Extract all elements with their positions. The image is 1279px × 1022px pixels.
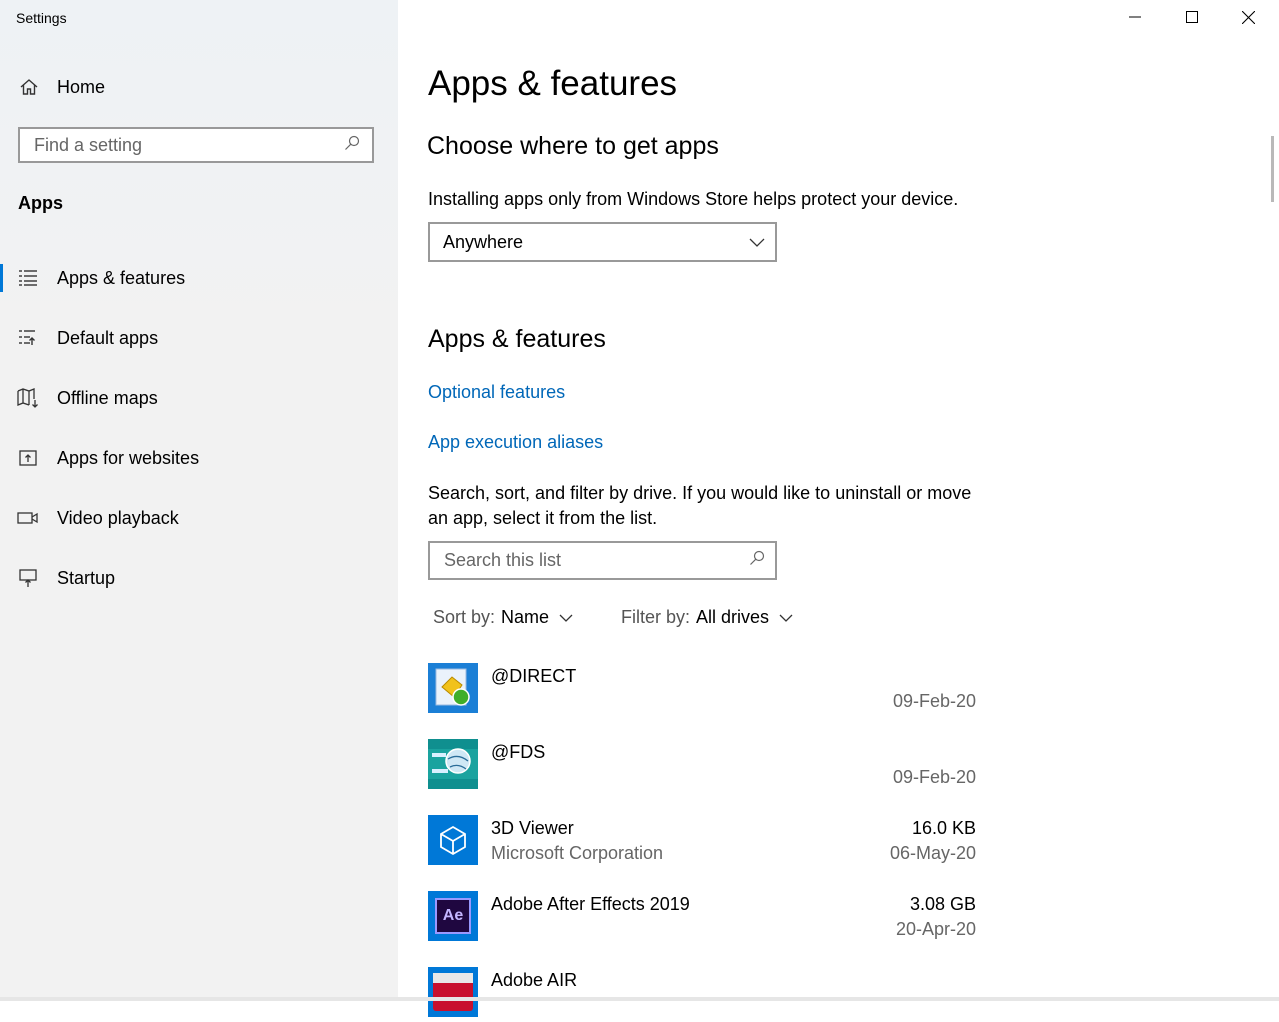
list-description: Search, sort, and filter by drive. If yo… xyxy=(428,483,972,528)
sidebar-item-offline-maps[interactable]: Offline maps xyxy=(0,378,398,418)
sidebar-item-label: Video playback xyxy=(57,507,179,528)
apps-features-icon xyxy=(17,267,39,289)
close-button[interactable] xyxy=(1219,0,1277,34)
sidebar-item-startup[interactable]: Startup xyxy=(0,558,398,598)
fds-app-icon xyxy=(428,739,478,789)
minimize-button[interactable] xyxy=(1106,0,1164,34)
after-effects-icon: Ae xyxy=(428,891,478,941)
adobe-air-icon xyxy=(428,967,478,1017)
chevron-down-icon xyxy=(749,232,765,253)
choose-apps-heading: Choose where to get apps xyxy=(427,132,719,160)
chevron-down-icon xyxy=(779,607,793,628)
app-execution-aliases-link[interactable]: App execution aliases xyxy=(428,432,603,453)
app-source-value: Anywhere xyxy=(443,231,524,252)
maximize-icon xyxy=(1186,11,1198,23)
sort-label: Sort by: xyxy=(433,607,496,627)
sidebar-item-label: Offline maps xyxy=(57,387,158,408)
app-name: Adobe AIR xyxy=(491,970,578,990)
sidebar-item-label: Default apps xyxy=(57,327,159,348)
app-size: 3.08 GB xyxy=(909,894,976,914)
filter-dropdown[interactable]: Filter by: All drives xyxy=(621,607,793,628)
app-date: 09-Feb-20 xyxy=(892,691,976,711)
bottom-border xyxy=(0,997,1279,1001)
app-list-item[interactable]: @DIRECT 09-Feb-20 xyxy=(428,663,978,715)
3d-viewer-icon xyxy=(428,815,478,865)
direct-app-icon xyxy=(428,663,478,713)
app-size: 16.0 KB xyxy=(911,818,976,838)
window-title: Settings xyxy=(16,10,67,26)
search-list-input[interactable]: Search this list xyxy=(428,541,777,580)
app-source-dropdown[interactable]: Anywhere xyxy=(428,222,777,262)
default-apps-icon xyxy=(17,327,39,349)
app-name: Adobe After Effects 2019 xyxy=(491,894,690,914)
chevron-down-icon xyxy=(559,607,573,628)
app-name: @DIRECT xyxy=(491,666,577,686)
search-icon xyxy=(749,550,765,571)
choose-apps-description: Installing apps only from Windows Store … xyxy=(428,189,959,209)
filter-value: All drives xyxy=(696,607,770,627)
video-playback-icon xyxy=(17,507,39,529)
sidebar: Settings Home Find a setting Apps Apps &… xyxy=(0,0,398,1001)
app-date: 06-May-20 xyxy=(889,843,976,863)
sidebar-item-label: Apps for websites xyxy=(57,447,200,468)
minimize-icon xyxy=(1129,16,1141,18)
scrollbar-thumb[interactable] xyxy=(1271,136,1274,202)
sidebar-home[interactable]: Home xyxy=(18,76,105,98)
apps-for-websites-icon xyxy=(17,447,39,469)
maximize-button[interactable] xyxy=(1163,0,1221,34)
sidebar-item-label: Startup xyxy=(57,567,116,588)
sidebar-item-apps-features[interactable]: Apps & features xyxy=(0,258,398,298)
optional-features-link[interactable]: Optional features xyxy=(428,382,565,403)
find-setting-input[interactable]: Find a setting xyxy=(18,127,374,163)
search-icon xyxy=(344,135,360,156)
sidebar-item-default-apps[interactable]: Default apps xyxy=(0,318,398,358)
ae-icon-text: Ae xyxy=(442,907,464,924)
sidebar-item-apps-for-websites[interactable]: Apps for websites xyxy=(0,438,398,478)
app-name: @FDS xyxy=(491,742,546,762)
home-icon xyxy=(18,76,40,98)
sort-value: Name xyxy=(501,607,550,627)
sidebar-item-video-playback[interactable]: Video playback xyxy=(0,498,398,538)
sort-dropdown[interactable]: Sort by: Name xyxy=(433,607,573,628)
search-list-placeholder: Search this list xyxy=(444,550,562,570)
sidebar-item-label: Apps & features xyxy=(57,267,186,288)
home-label: Home xyxy=(57,76,106,97)
app-name: 3D Viewer xyxy=(491,818,574,838)
main-content: Apps & features Choose where to get apps… xyxy=(398,0,1279,1017)
app-publisher: Microsoft Corporation xyxy=(491,843,664,863)
offline-maps-icon xyxy=(17,387,39,409)
app-date: 20-Apr-20 xyxy=(895,919,976,939)
app-list-item[interactable]: Ae Adobe After Effects 2019 3.08 GB 20-A… xyxy=(428,891,978,943)
startup-icon xyxy=(17,567,39,589)
app-list-item[interactable]: 3D Viewer Microsoft Corporation 16.0 KB … xyxy=(428,815,978,867)
apps-features-heading: Apps & features xyxy=(428,325,606,353)
filter-label: Filter by: xyxy=(621,607,691,627)
sidebar-section-title: Apps xyxy=(18,193,63,213)
app-list-item[interactable]: Adobe AIR xyxy=(428,967,978,1019)
find-setting-placeholder: Find a setting xyxy=(34,134,143,155)
app-list-item[interactable]: @FDS 09-Feb-20 xyxy=(428,739,978,791)
close-icon xyxy=(1241,10,1255,24)
page-title: Apps & features xyxy=(428,64,678,103)
app-date: 09-Feb-20 xyxy=(892,767,976,787)
